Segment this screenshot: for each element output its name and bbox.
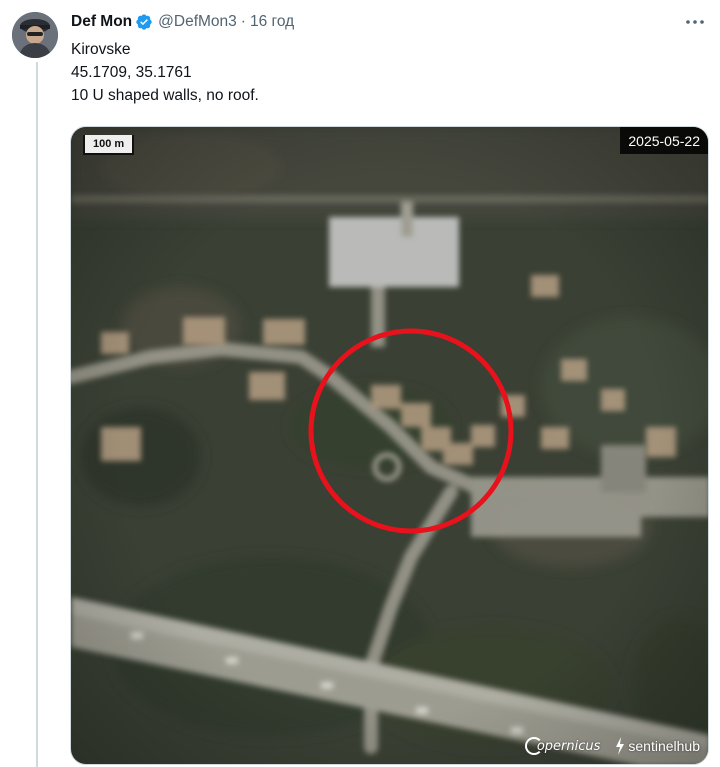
sentinelhub-text: sentinelhub (628, 738, 700, 754)
handle[interactable]: @DefMon3 (158, 13, 237, 31)
avatar[interactable] (12, 12, 58, 58)
satellite-image[interactable]: 100 m 2025-05-22 opernicus sentinelhub (70, 126, 709, 765)
thread-line (36, 62, 38, 767)
tweet[interactable]: Def Mon @DefMon3 · 16 год Kirovske 45.17… (0, 0, 720, 767)
more-dots-icon[interactable] (684, 12, 706, 32)
tweet-line-3: 10 U shaped walls, no roof. (71, 87, 259, 104)
separator-dot: · (240, 13, 246, 30)
tweet-header: Def Mon @DefMon3 · 16 год (71, 11, 294, 33)
tweet-line-1: Kirovske (71, 41, 131, 58)
tweet-text: Kirovske 45.1709, 35.1761 10 U shaped wa… (71, 38, 259, 107)
image-date: 2025-05-22 (620, 127, 708, 154)
copernicus-logo: opernicus (524, 737, 601, 755)
satellite-imagery (71, 127, 708, 764)
scale-label: 100 m (93, 138, 125, 150)
sentinelhub-logo-icon (616, 737, 625, 755)
scale-bar: 100 m (83, 135, 135, 155)
image-attribution: opernicus sentinelhub (524, 736, 700, 756)
verified-badge-icon (135, 13, 153, 31)
display-name[interactable]: Def Mon (71, 13, 132, 31)
tweet-line-2: 45.1709, 35.1761 (71, 64, 192, 81)
date-label: 2025-05-22 (628, 132, 700, 149)
timestamp[interactable]: 16 год (250, 13, 294, 31)
copernicus-text: opernicus (536, 738, 601, 754)
